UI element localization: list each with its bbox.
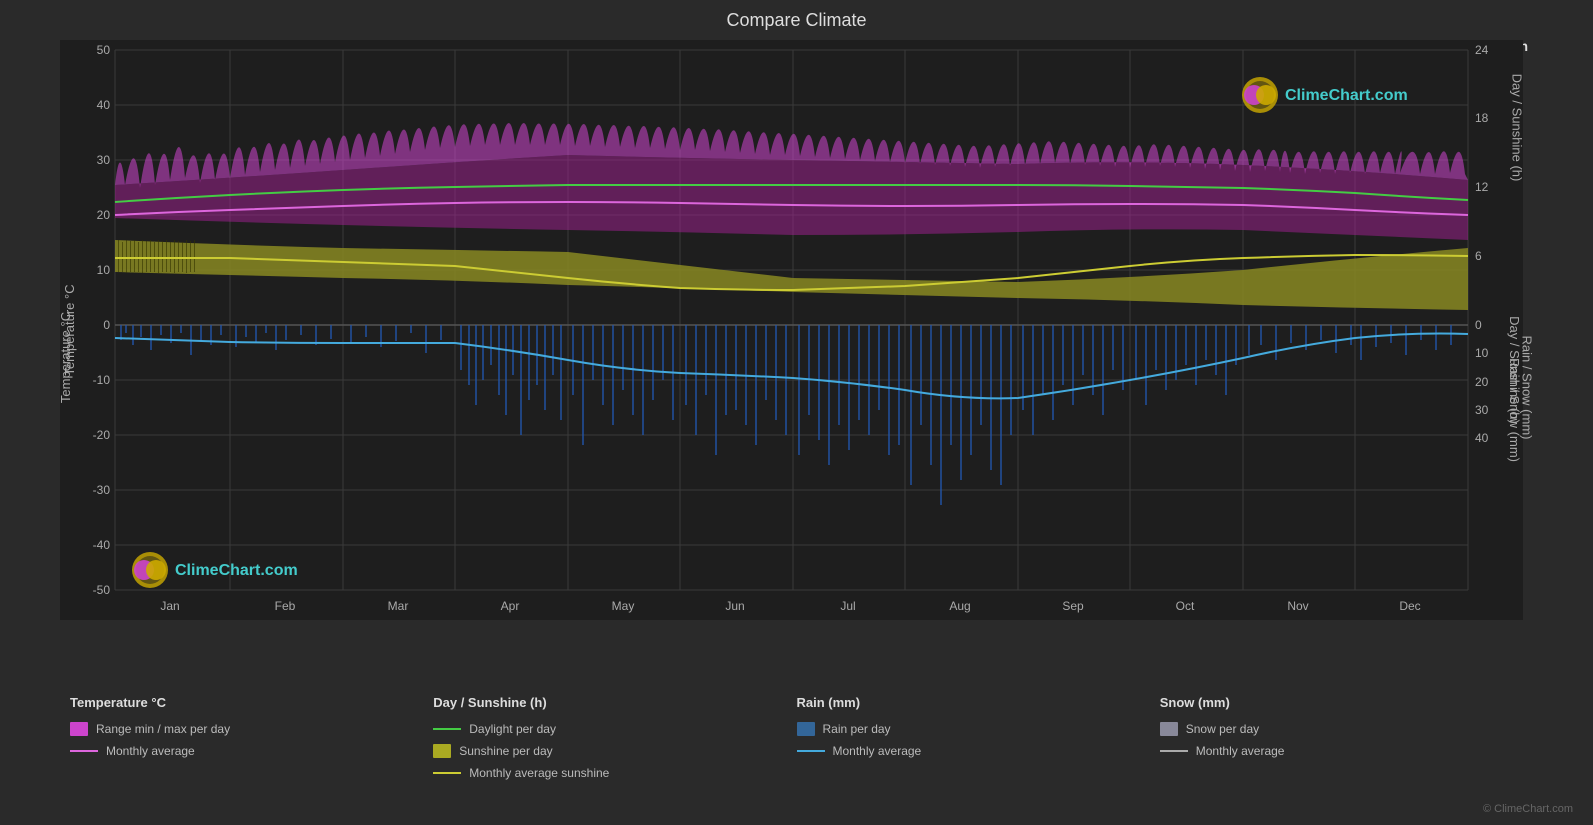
svg-text:Dec: Dec <box>1399 599 1420 613</box>
legend-col-sunshine: Day / Sunshine (h) Daylight per day Suns… <box>433 695 796 780</box>
svg-text:-30: -30 <box>93 483 111 497</box>
temperature-avg-line <box>70 750 98 752</box>
legend-title-sunshine: Day / Sunshine (h) <box>433 695 796 710</box>
rain-swatch <box>797 722 815 736</box>
legend-item-snow: Snow per day <box>1160 722 1523 736</box>
svg-text:30: 30 <box>1475 403 1489 417</box>
svg-text:Sep: Sep <box>1062 599 1084 613</box>
legend-item-monthly-avg-sunshine: Monthly average sunshine <box>433 766 796 780</box>
svg-text:10: 10 <box>97 263 111 277</box>
sunshine-avg-label: Monthly average sunshine <box>469 766 609 780</box>
svg-text:-10: -10 <box>93 373 111 387</box>
svg-text:Mar: Mar <box>388 599 409 613</box>
svg-text:10: 10 <box>1475 346 1489 360</box>
svg-text:18: 18 <box>1475 111 1489 125</box>
daylight-label: Daylight per day <box>469 722 556 736</box>
temperature-range-label: Range min / max per day <box>96 722 230 736</box>
svg-text:24: 24 <box>1475 43 1489 57</box>
left-axis-temp-label: Temperature °C <box>58 312 73 403</box>
legend-item-monthly-avg-snow: Monthly average <box>1160 744 1523 758</box>
rain-avg-line <box>797 750 825 752</box>
svg-text:6: 6 <box>1475 249 1482 263</box>
page-title: Compare Climate <box>0 0 1593 35</box>
svg-text:-20: -20 <box>93 428 111 442</box>
legend-item-monthly-avg-temp: Monthly average <box>70 744 433 758</box>
svg-text:ClimeChart.com: ClimeChart.com <box>175 562 298 579</box>
legend-col-temperature: Temperature °C Range min / max per day M… <box>70 695 433 780</box>
snow-avg-line <box>1160 750 1188 752</box>
svg-text:Jun: Jun <box>725 599 744 613</box>
svg-text:20: 20 <box>1475 375 1489 389</box>
snow-swatch <box>1160 722 1178 736</box>
right-axis-rain-label: Rain / Snow (mm) <box>1519 335 1534 439</box>
snow-avg-label: Monthly average <box>1196 744 1285 758</box>
legend-item-sunshine: Sunshine per day <box>433 744 796 758</box>
svg-text:0: 0 <box>1475 318 1482 332</box>
legend-col-snow: Snow (mm) Snow per day Monthly average <box>1160 695 1523 780</box>
svg-text:Jul: Jul <box>840 599 855 613</box>
svg-text:Apr: Apr <box>501 599 520 613</box>
legend-title-snow: Snow (mm) <box>1160 695 1523 710</box>
svg-text:0: 0 <box>103 318 110 332</box>
sunshine-swatch <box>433 744 451 758</box>
sunshine-label: Sunshine per day <box>459 744 552 758</box>
right-axis-day-label: Day / Sunshine (h) <box>1510 74 1525 182</box>
svg-text:Nov: Nov <box>1287 599 1308 613</box>
sunshine-avg-line <box>433 772 461 774</box>
copyright: © ClimeChart.com <box>1483 803 1573 815</box>
rain-label: Rain per day <box>823 722 891 736</box>
svg-text:Feb: Feb <box>275 599 296 613</box>
legend-title-rain: Rain (mm) <box>797 695 1160 710</box>
legend-title-temperature: Temperature °C <box>70 695 433 710</box>
svg-text:May: May <box>612 599 635 613</box>
daylight-line <box>433 728 461 730</box>
temperature-range-swatch <box>70 722 88 736</box>
snow-label: Snow per day <box>1186 722 1259 736</box>
svg-text:ClimeChart.com: ClimeChart.com <box>1285 87 1408 104</box>
legend: Temperature °C Range min / max per day M… <box>0 680 1593 795</box>
legend-item-rain: Rain per day <box>797 722 1160 736</box>
svg-text:12: 12 <box>1475 180 1489 194</box>
legend-item-daylight: Daylight per day <box>433 722 796 736</box>
chart-svg: 50 40 30 20 10 0 -10 -20 -30 -40 -50 24 … <box>60 40 1523 620</box>
svg-text:30: 30 <box>97 153 111 167</box>
svg-text:Aug: Aug <box>949 599 970 613</box>
temperature-avg-label: Monthly average <box>106 744 195 758</box>
legend-col-rain: Rain (mm) Rain per day Monthly average <box>797 695 1160 780</box>
svg-text:-50: -50 <box>93 583 111 597</box>
svg-text:50: 50 <box>97 43 111 57</box>
svg-text:40: 40 <box>1475 431 1489 445</box>
svg-text:40: 40 <box>97 98 111 112</box>
rain-avg-label: Monthly average <box>833 744 922 758</box>
svg-text:-40: -40 <box>93 538 111 552</box>
svg-text:Jan: Jan <box>160 599 179 613</box>
legend-item-monthly-avg-rain: Monthly average <box>797 744 1160 758</box>
svg-text:20: 20 <box>97 208 111 222</box>
chart-area: 50 40 30 20 10 0 -10 -20 -30 -40 -50 24 … <box>60 40 1538 625</box>
svg-text:Oct: Oct <box>1176 599 1195 613</box>
legend-item-range: Range min / max per day <box>70 722 433 736</box>
page-container: Compare Climate Hua Hin Hua Hin <box>0 0 1593 825</box>
